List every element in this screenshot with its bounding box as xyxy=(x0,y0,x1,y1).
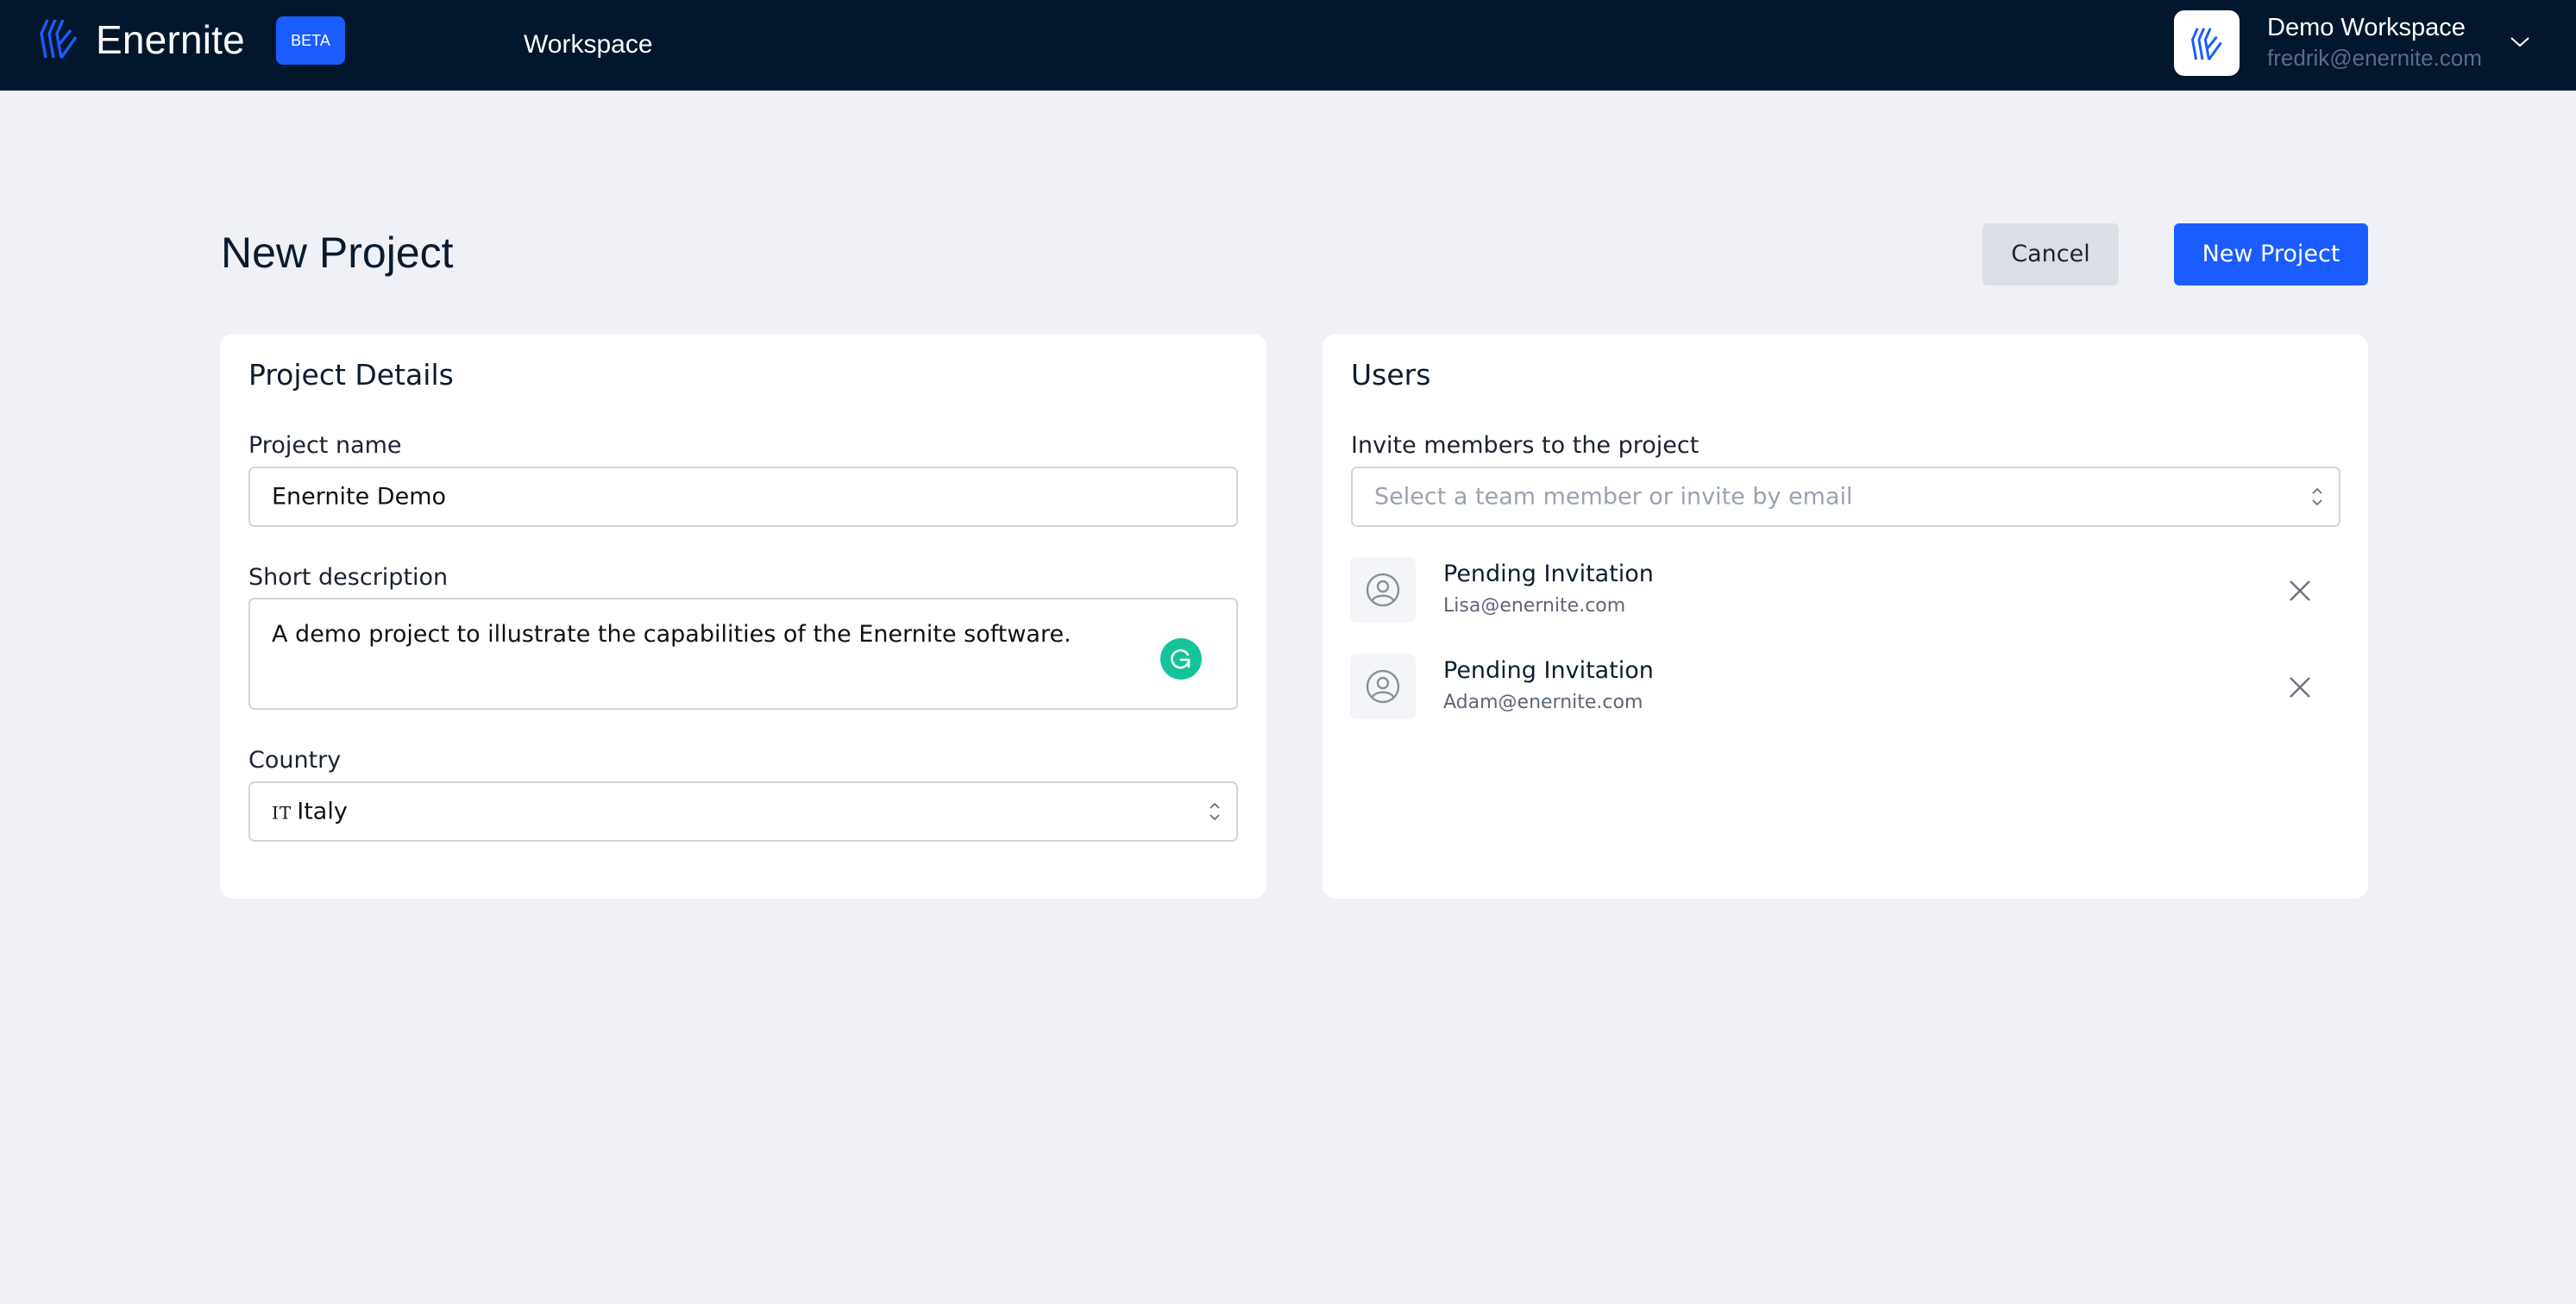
enernite-logo-icon xyxy=(2190,28,2222,61)
short-description-value: A demo project to illustrate the capabil… xyxy=(272,621,1071,648)
invite-member-select[interactable]: Select a team member or invite by email xyxy=(1351,467,2340,527)
select-arrows-icon xyxy=(2312,487,2322,506)
short-description-textarea[interactable]: A demo project to illustrate the capabil… xyxy=(248,598,1238,710)
invite-placeholder: Select a team member or invite by email xyxy=(1374,483,1853,511)
create-project-button[interactable]: New Project xyxy=(2174,223,2368,285)
avatar xyxy=(1350,557,1416,623)
country-flag-code: IT xyxy=(272,802,292,824)
card-title: Users xyxy=(1351,358,1431,392)
project-name-value: Enernite Demo xyxy=(272,483,447,511)
invitation-item: Pending Invitation Lisa@enernite.com xyxy=(1350,557,2342,623)
short-description-label: Short description xyxy=(248,564,449,591)
card-title: Project Details xyxy=(248,358,454,392)
workspace-user-email: fredrik@enernite.com xyxy=(2267,45,2482,71)
grammarly-icon[interactable] xyxy=(1160,638,1202,680)
users-card: Users Invite members to the project Sele… xyxy=(1323,334,2368,899)
close-icon[interactable] xyxy=(2289,580,2311,602)
country-name: Italy xyxy=(297,798,348,825)
select-arrows-icon xyxy=(1209,802,1220,821)
workspace-avatar xyxy=(2174,10,2240,76)
invite-members-label: Invite members to the project xyxy=(1351,432,1700,459)
beta-badge: BETA xyxy=(276,16,345,65)
brand-name[interactable]: Enernite xyxy=(96,14,245,66)
invitation-status: Pending Invitation xyxy=(1443,657,1654,684)
top-navigation-bar: Enernite BETA Workspace Demo Workspace f… xyxy=(0,0,2576,91)
project-name-label: Project name xyxy=(248,432,402,459)
nav-item-workspace[interactable]: Workspace xyxy=(524,26,653,64)
country-selected: IT Italy xyxy=(272,799,348,825)
user-circle-icon xyxy=(1366,573,1400,607)
close-icon[interactable] xyxy=(2289,676,2311,699)
invitation-item: Pending Invitation Adam@enernite.com xyxy=(1350,654,2342,719)
project-name-input[interactable]: Enernite Demo xyxy=(248,467,1238,527)
cancel-button[interactable]: Cancel xyxy=(1982,223,2119,285)
invitation-status: Pending Invitation xyxy=(1443,561,1654,587)
invitation-email: Adam@enernite.com xyxy=(1443,692,1643,713)
invitation-email: Lisa@enernite.com xyxy=(1443,595,1626,617)
user-circle-icon xyxy=(1366,669,1400,704)
project-details-card: Project Details Project name Enernite De… xyxy=(220,334,1266,899)
chevron-down-icon[interactable] xyxy=(2510,34,2530,49)
country-label: Country xyxy=(248,747,342,774)
country-select[interactable]: IT Italy xyxy=(248,781,1238,842)
page-title: New Project xyxy=(221,229,454,277)
workspace-switcher[interactable]: Demo Workspace fredrik@enernite.com xyxy=(2174,10,2554,76)
enernite-logo-icon[interactable] xyxy=(39,18,79,60)
avatar xyxy=(1350,654,1416,719)
workspace-name: Demo Workspace xyxy=(2267,14,2466,41)
